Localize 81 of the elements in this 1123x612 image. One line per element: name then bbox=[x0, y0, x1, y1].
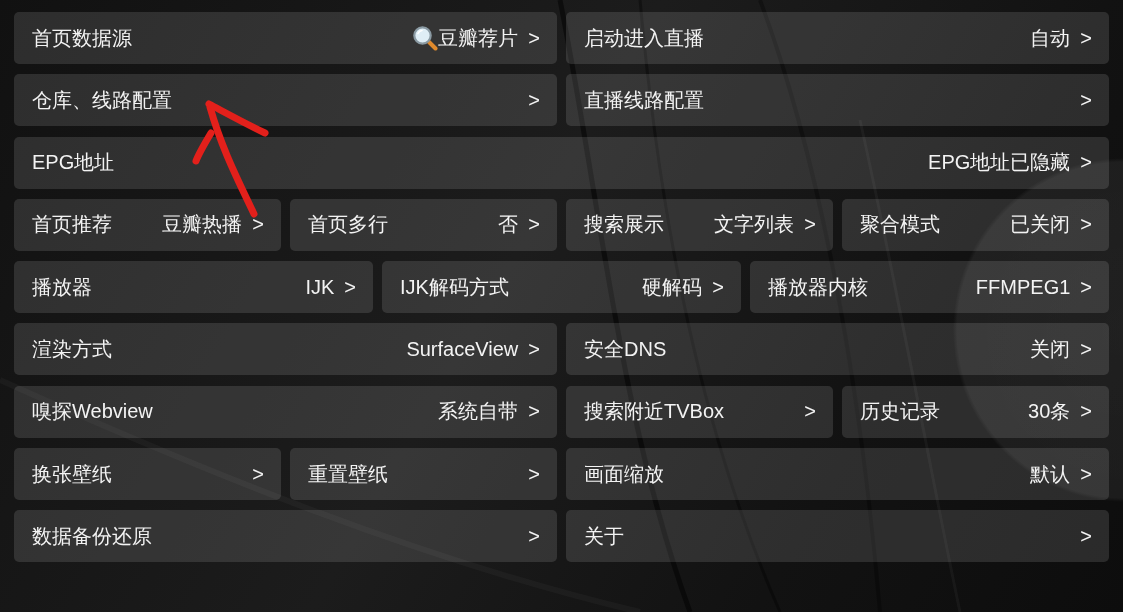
setting-item[interactable]: 启动进入直播 自动 > bbox=[566, 12, 1109, 64]
setting-label: IJK解码方式 bbox=[400, 274, 509, 300]
setting-label: 历史记录 bbox=[860, 399, 940, 425]
setting-item[interactable]: 首页推荐 豆瓣热播 > bbox=[14, 198, 281, 251]
chevron-text: > bbox=[528, 338, 540, 361]
setting-value: EPG地址已隐藏 bbox=[928, 150, 1071, 176]
setting-value: 豆瓣热播 bbox=[162, 212, 243, 238]
setting-label: 搜索展示 bbox=[584, 212, 664, 238]
setting-label: 关于 bbox=[584, 523, 624, 549]
setting-item[interactable]: 直播线路配置 > bbox=[566, 74, 1109, 127]
chevron-text: > bbox=[804, 400, 816, 424]
setting-value: 关闭 bbox=[1030, 337, 1071, 362]
chevron-text: > bbox=[528, 26, 540, 50]
setting-item[interactable]: 渲染方式 SurfaceView > bbox=[14, 323, 557, 376]
chevron-text: > bbox=[1080, 462, 1092, 486]
setting-label: 渲染方式 bbox=[32, 337, 112, 362]
setting-item[interactable]: 重置壁纸 > bbox=[290, 448, 557, 501]
setting-label: 首页多行 bbox=[308, 212, 388, 238]
chevron-text: > bbox=[528, 213, 540, 237]
setting-item[interactable]: 搜索展示 文字列表 > bbox=[566, 198, 833, 251]
setting-value: 默认 bbox=[1030, 461, 1071, 487]
setting-item[interactable]: 历史记录 30条 > bbox=[842, 385, 1109, 438]
setting-item[interactable]: 仓库、线路配置 > bbox=[14, 74, 557, 127]
chevron-text: > bbox=[1080, 88, 1092, 112]
setting-value: 自动 bbox=[1030, 25, 1071, 51]
chevron-text: > bbox=[1080, 213, 1092, 237]
chevron-text: > bbox=[344, 275, 356, 299]
setting-value: SurfaceView bbox=[406, 338, 519, 361]
chevron-text: > bbox=[528, 88, 540, 112]
setting-label: 播放器 bbox=[32, 274, 92, 300]
setting-item[interactable]: 聚合模式 已关闭 > bbox=[842, 198, 1109, 251]
setting-value: 系统自带 bbox=[438, 399, 519, 425]
setting-label: 启动进入直播 bbox=[584, 25, 704, 51]
chevron-text: > bbox=[528, 400, 540, 424]
setting-label: 首页推荐 bbox=[32, 212, 112, 238]
chevron-text: > bbox=[1080, 26, 1092, 50]
setting-label: 直播线路配置 bbox=[584, 87, 704, 113]
chevron-text: > bbox=[1080, 151, 1092, 175]
setting-item[interactable]: 播放器内核 FFMPEG1 > bbox=[750, 261, 1109, 314]
setting-item[interactable]: 播放器 IJK > bbox=[14, 261, 373, 314]
chevron-text: > bbox=[712, 275, 724, 299]
setting-value: 30条 bbox=[1028, 399, 1071, 425]
setting-item[interactable]: 首页数据源 豆瓣荐片 > bbox=[14, 12, 557, 64]
setting-label: 重置壁纸 bbox=[308, 461, 388, 487]
setting-item[interactable]: 画面缩放 默认 > bbox=[566, 448, 1109, 501]
chevron-text: > bbox=[1080, 275, 1092, 299]
setting-value: 已关闭 bbox=[1010, 212, 1071, 238]
setting-label: 播放器内核 bbox=[768, 274, 868, 300]
setting-value: 文字列表 bbox=[714, 212, 795, 238]
setting-item[interactable]: 关于 > bbox=[566, 510, 1109, 563]
chevron-text: > bbox=[804, 213, 816, 237]
setting-label: 仓库、线路配置 bbox=[32, 87, 172, 113]
setting-value: 豆瓣荐片 bbox=[438, 25, 519, 51]
setting-item[interactable]: 换张壁纸 > bbox=[14, 448, 281, 501]
chevron-text: > bbox=[528, 524, 540, 548]
setting-label: 数据备份还原 bbox=[32, 523, 152, 549]
setting-label: 搜索附近TVBox bbox=[584, 399, 725, 425]
setting-item[interactable]: 首页多行 否 > bbox=[290, 198, 557, 251]
setting-value: 硬解码 bbox=[642, 274, 703, 300]
chevron-text: > bbox=[252, 213, 264, 237]
setting-label: 嗅探Webview bbox=[32, 399, 153, 425]
setting-label: 画面缩放 bbox=[584, 461, 664, 487]
setting-item[interactable]: 搜索附近TVBox > bbox=[566, 385, 833, 438]
chevron-text: > bbox=[1080, 338, 1092, 361]
setting-item[interactable]: EPG地址 EPG地址已隐藏 > bbox=[14, 136, 1109, 189]
setting-label: 聚合模式 bbox=[860, 212, 940, 238]
setting-item[interactable]: 数据备份还原 > bbox=[14, 510, 557, 563]
chevron-text: > bbox=[1080, 524, 1092, 548]
setting-label: 首页数据源 bbox=[32, 25, 132, 51]
setting-label: EPG地址 bbox=[32, 150, 115, 176]
setting-value: 否 bbox=[498, 212, 519, 238]
setting-item[interactable]: 安全DNS 关闭 > bbox=[566, 323, 1109, 376]
chevron-text: > bbox=[528, 462, 540, 486]
setting-item[interactable]: IJK解码方式 硬解码 > bbox=[382, 261, 741, 314]
setting-label: 换张壁纸 bbox=[32, 461, 112, 487]
chevron-text: > bbox=[1080, 400, 1092, 424]
setting-value: IJK bbox=[305, 275, 335, 299]
setting-item[interactable]: 嗅探Webview 系统自带 > bbox=[14, 385, 557, 438]
chevron-text: > bbox=[252, 462, 264, 486]
setting-label: 安全DNS bbox=[584, 337, 667, 362]
setting-value: FFMPEG1 bbox=[975, 275, 1071, 299]
